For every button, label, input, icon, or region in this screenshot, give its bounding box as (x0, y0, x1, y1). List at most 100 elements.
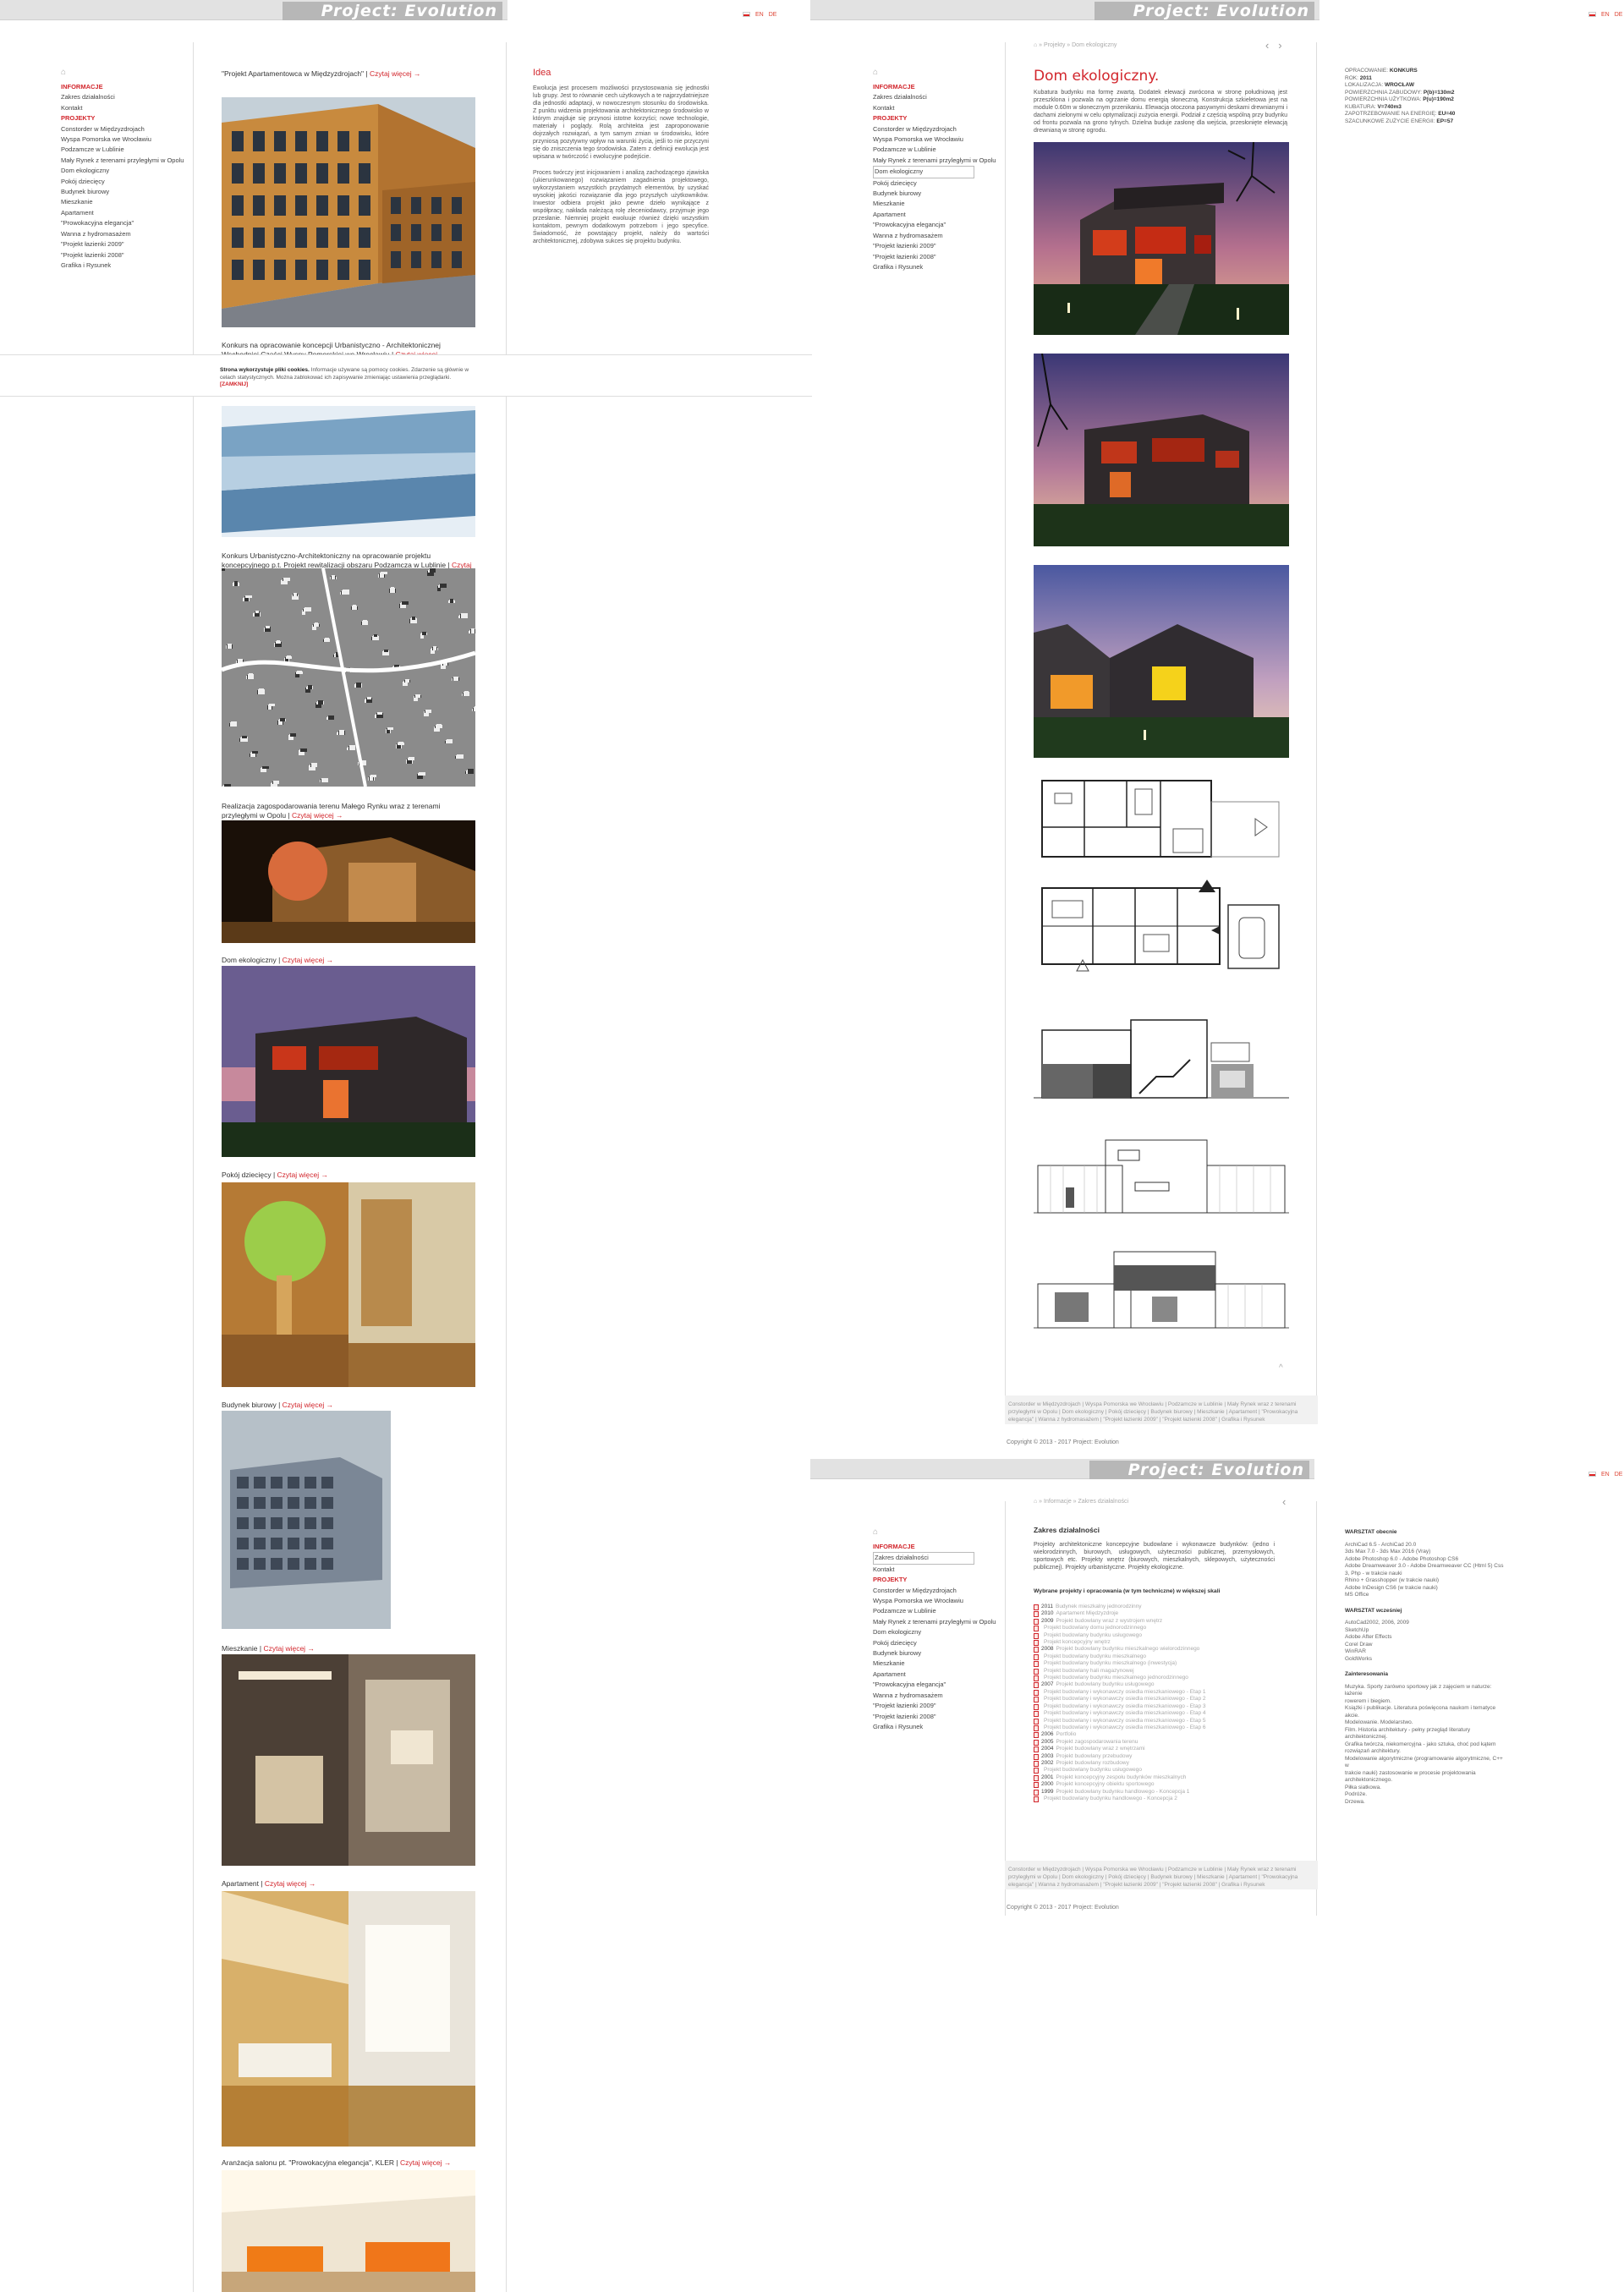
project-title[interactable]: Pokój dziecięcy | Czytaj więcej → (222, 1171, 475, 1180)
back-arrow-icon[interactable]: ‹ (1282, 1495, 1286, 1508)
document-row[interactable]: Projekt budowlany hali magazynowej (1034, 1668, 1287, 1675)
nav-item[interactable]: Dom ekologiczny (873, 1627, 983, 1637)
document-row[interactable]: 2005 Projekt zagospodarowania terenu (1034, 1739, 1287, 1746)
nav-item[interactable]: "Projekt łazienki 2009" (873, 241, 983, 251)
floor-plan-image[interactable] (1034, 880, 1289, 979)
document-row[interactable]: 2002 Projekt budowlany rozbudowy (1034, 1760, 1287, 1767)
nav-item[interactable]: "Prowokacyjna elegancja" (873, 1680, 983, 1690)
pdf-file-icon[interactable] (1034, 1718, 1039, 1724)
document-row[interactable]: Projekt koncepcyjny wnętrz (1034, 1639, 1287, 1647)
document-link[interactable]: Projekt budowlany i wykonawczy osiedla m… (1044, 1718, 1205, 1724)
nav-item[interactable]: INFORMACJE (61, 82, 171, 92)
read-more-link[interactable]: Czytaj więcej (277, 1171, 320, 1179)
nav-item[interactable]: PROJEKTY (873, 1575, 983, 1585)
nav-item[interactable]: Pokój dziecięcy (61, 177, 171, 187)
document-link[interactable]: Projekt zagospodarowania terenu (1056, 1739, 1138, 1746)
section-drawing-image[interactable] (1034, 1013, 1289, 1106)
nav-item[interactable]: Wanna z hydromasażem (873, 1691, 983, 1701)
pdf-file-icon[interactable] (1034, 1668, 1039, 1675)
nav-item[interactable]: Budynek biurowy (873, 1648, 983, 1659)
nav-item[interactable]: Mały Rynek z terenami przyległymi w Opol… (873, 156, 996, 166)
next-arrow-icon[interactable]: › (1278, 39, 1281, 52)
nav-item[interactable]: Zakres działalności (873, 1552, 974, 1565)
document-link[interactable]: Projekt budowlany budynku mieszkalnego (… (1044, 1660, 1177, 1667)
pdf-file-icon[interactable] (1034, 1689, 1039, 1696)
document-link[interactable]: Projekt koncepcyjny zespołu budynków mie… (1056, 1774, 1186, 1781)
document-row[interactable]: 2000 Projekt koncepcyjny obiektu sportowe… (1034, 1781, 1287, 1789)
nav-item[interactable]: "Prowokacyjna elegancja" (873, 220, 983, 230)
pdf-file-icon[interactable] (1034, 1760, 1039, 1767)
lang-de[interactable]: DE (1615, 1472, 1623, 1478)
pdf-file-icon[interactable] (1034, 1697, 1039, 1703)
document-link[interactable]: Projekt budowlany rozbudowy (1056, 1760, 1128, 1767)
floor-plan-image[interactable] (1034, 776, 1289, 869)
nav-item[interactable]: Mały Rynek z terenami przyległymi w Opol… (873, 1617, 996, 1627)
pdf-file-icon[interactable] (1034, 1753, 1039, 1760)
nav-item[interactable]: Kontakt (61, 103, 171, 113)
project-title-text[interactable]: Mieszkanie (222, 1644, 258, 1653)
project-thumbnail[interactable] (222, 966, 475, 1157)
breadcrumb-item[interactable]: Projekty (1044, 42, 1065, 48)
document-row[interactable]: 2011 Budynek mieszkalny jednorodzinny (1034, 1604, 1287, 1610)
render-image[interactable] (1034, 354, 1289, 546)
cookie-close-button[interactable]: [ZAMKNIJ] (220, 381, 248, 387)
pdf-file-icon[interactable] (1034, 1626, 1039, 1632)
pdf-file-icon[interactable] (1034, 1618, 1039, 1625)
nav-item[interactable]: Kontakt (873, 103, 983, 113)
nav-item[interactable]: Wyspa Pomorska we Wrocławiu (61, 134, 171, 145)
project-thumbnail[interactable] (222, 568, 475, 787)
nav-item[interactable]: PROJEKTY (873, 113, 983, 123)
read-more-link[interactable]: Czytaj więcej (370, 69, 412, 78)
nav-item[interactable]: Wyspa Pomorska we Wrocławiu (873, 1596, 983, 1606)
prev-arrow-icon[interactable]: ‹ (1265, 39, 1269, 52)
arrow-right-icon[interactable]: → (442, 2158, 452, 2167)
nav-item[interactable]: Wanna z hydromasażem (873, 231, 983, 241)
nav-item[interactable]: "Projekt łazienki 2008" (873, 1712, 983, 1722)
nav-item[interactable]: Constorder w Międzyzdrojach (873, 1586, 983, 1596)
project-thumbnail[interactable] (222, 406, 475, 537)
document-row[interactable]: Projekt budowlany budynku mieszkalnego j… (1034, 1675, 1287, 1682)
project-title[interactable]: Mieszkanie | Czytaj więcej → (222, 1644, 475, 1653)
pdf-file-icon[interactable] (1034, 1632, 1039, 1639)
pdf-file-icon[interactable] (1034, 1789, 1039, 1796)
project-title[interactable]: Apartament | Czytaj więcej → (222, 1879, 475, 1889)
nav-item[interactable]: Grafika i Rysunek (873, 262, 983, 272)
document-row[interactable]: Projekt budowlany budynku usługowego (1034, 1767, 1287, 1774)
document-link[interactable]: Projekt budowlany budynku usługowego (1056, 1681, 1154, 1688)
document-link[interactable]: Projekt budowlany budynku usługowego (1044, 1767, 1142, 1774)
document-row[interactable]: 2009 Projekt budowlany wraz z wystrojem w… (1034, 1618, 1287, 1625)
home-icon[interactable]: ⌂ (1034, 42, 1037, 48)
document-link[interactable]: Projekt budowlany i wykonawczy osiedla m… (1044, 1696, 1205, 1703)
document-link[interactable]: Budynek mieszkalny jednorodzinny (1056, 1604, 1142, 1610)
document-row[interactable]: 2006 Portfolio (1034, 1731, 1287, 1739)
pdf-file-icon[interactable] (1034, 1682, 1039, 1689)
arrow-right-icon[interactable]: → (319, 1171, 329, 1179)
document-row[interactable]: 2008 Projekt budowlany budynku mieszkalne… (1034, 1646, 1287, 1653)
nav-item[interactable]: Apartament (873, 210, 983, 220)
document-row[interactable]: Projekt budowlany i wykonawczy osiedla m… (1034, 1696, 1287, 1703)
pdf-file-icon[interactable] (1034, 1746, 1039, 1753)
flag-pl-icon[interactable] (1588, 12, 1596, 17)
project-thumbnail[interactable] (222, 820, 475, 943)
document-link[interactable]: Projekt budowlany i wykonawczy osiedla m… (1044, 1710, 1205, 1717)
arrow-right-icon[interactable]: → (305, 1644, 315, 1653)
document-row[interactable]: 2001 Projekt koncepcyjny zespołu budynków… (1034, 1774, 1287, 1781)
document-link[interactable]: Projekt budowlany budynku handlowego - K… (1044, 1796, 1177, 1802)
project-title[interactable]: "Projekt Apartamentowca w Międzyzdrojach… (222, 69, 475, 79)
pdf-file-icon[interactable] (1034, 1703, 1039, 1710)
nav-item[interactable]: Budynek biurowy (61, 187, 171, 197)
read-more-link[interactable]: Czytaj więcej (292, 811, 334, 820)
nav-item[interactable]: Podzamcze w Lublinie (61, 145, 171, 155)
document-row[interactable]: Projekt budowlany i wykonawczy osiedla m… (1034, 1724, 1287, 1731)
project-title-text[interactable]: Budynek biurowy (222, 1401, 277, 1409)
arrow-right-icon[interactable]: → (334, 811, 343, 820)
arrow-right-icon[interactable]: → (324, 1401, 334, 1409)
nav-item[interactable]: Mieszkanie (61, 197, 171, 207)
nav-item[interactable]: PROJEKTY (61, 113, 171, 123)
lang-de[interactable]: DE (769, 12, 777, 18)
nav-item[interactable]: Constorder w Międzyzdrojach (873, 124, 983, 134)
document-link[interactable]: Projekt koncepcyjny obiektu sportowego (1056, 1781, 1154, 1788)
nav-item[interactable]: INFORMACJE (873, 82, 983, 92)
nav-item[interactable]: "Projekt łazienki 2009" (873, 1701, 983, 1711)
document-row[interactable]: Projekt budowlany budynku mieszkalnego (1034, 1653, 1287, 1660)
